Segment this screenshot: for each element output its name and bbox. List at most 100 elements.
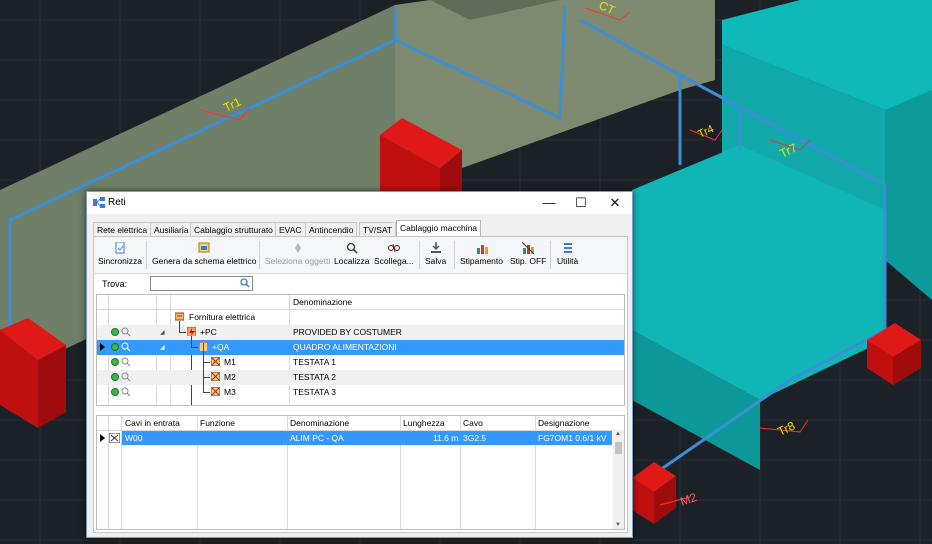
menu-icon	[563, 243, 572, 253]
cables-header: Cavi in entrata Funzione Denominazione L…	[97, 416, 624, 431]
minimize-button[interactable]: —	[532, 192, 566, 214]
tree-row[interactable]: M2 TESTATA 2	[97, 362, 624, 385]
sync-icon	[115, 242, 125, 254]
lightning-icon	[187, 327, 196, 336]
network-tree[interactable]: Denominazione Fornitura elettrica ◢ +PC …	[96, 294, 625, 406]
row-pointer-icon	[100, 343, 105, 351]
device-label-m2: M2	[678, 490, 699, 509]
cable-icon	[109, 433, 120, 443]
status-dot-icon	[111, 373, 119, 381]
generate-button[interactable]: Genera da schema elettrico	[152, 242, 256, 266]
teal-wall-side	[885, 90, 932, 300]
panel-icon	[199, 342, 208, 351]
tree-connector	[191, 347, 198, 348]
locate-icon[interactable]	[121, 327, 131, 337]
status-dot-icon	[111, 358, 119, 366]
tray-label-tr8: Tr8	[775, 418, 797, 438]
toolbar-separator	[550, 241, 551, 269]
col-funzione[interactable]: Funzione	[200, 418, 235, 428]
schema-icon	[198, 242, 210, 253]
tab-cablaggio-macchina[interactable]: Cablaggio macchina	[396, 220, 482, 237]
tab-ausiliaria[interactable]: Ausiliaria	[150, 222, 193, 237]
search-icon[interactable]	[240, 278, 250, 288]
col-cavi[interactable]: Cavi in entrata	[125, 418, 180, 428]
tab-panel: Sincronizza Genera da schema elettrico S…	[93, 236, 628, 533]
supply-icon	[175, 312, 184, 321]
tree-connector	[203, 362, 210, 363]
select-icon	[294, 243, 301, 253]
locate-button[interactable]: Localizza	[334, 242, 369, 266]
status-dot-icon	[111, 343, 119, 351]
toolbar-separator	[419, 241, 420, 269]
search-label: Trova:	[102, 279, 128, 289]
vertical-scrollbar[interactable]: ▲ ▼	[613, 430, 624, 529]
stipamento-button[interactable]: Stipamento	[460, 242, 503, 266]
tree-connector	[179, 332, 186, 333]
maximize-button[interactable]: ☐	[564, 192, 598, 214]
network-icon	[93, 197, 105, 208]
reti-dialog: Reti — ☐ ✕ Rete elettrica Ausiliaria Cab…	[86, 191, 633, 538]
tray-label-tr4: Tr4	[696, 123, 716, 141]
expand-arrow-icon[interactable]: ◢	[160, 344, 165, 351]
tree-connector	[203, 351, 204, 362]
select-objects-button[interactable]: Seleziona oggetti	[265, 242, 330, 266]
close-button[interactable]: ✕	[598, 192, 632, 214]
tree-row[interactable]: ◢ +PC PROVIDED BY COSTUMER	[97, 321, 624, 340]
status-dot-icon	[111, 328, 119, 336]
tree-connector	[191, 336, 192, 347]
disconnect-button[interactable]: Scollega...	[374, 242, 414, 266]
scrollbar-thumb[interactable]	[615, 442, 622, 454]
tree-connector	[203, 392, 210, 393]
tree-row-selected[interactable]: ◢ +QA QUADRO ALIMENTAZIONI	[97, 336, 624, 355]
motor-icon	[211, 387, 220, 396]
disconnect-icon	[387, 243, 400, 253]
search-input[interactable]	[150, 276, 253, 291]
utility-button[interactable]: Utilità	[557, 242, 578, 266]
tab-evac[interactable]: EVAC	[275, 222, 306, 237]
tree-connector	[179, 321, 180, 332]
motor-icon	[211, 372, 220, 381]
dialog-title: Reti	[108, 197, 126, 208]
stipamento-icon	[476, 245, 488, 254]
stip-off-button[interactable]: Stip. OFF	[510, 242, 546, 266]
tree-row-root[interactable]: Fornitura elettrica	[97, 310, 624, 325]
toolbar-separator	[146, 241, 147, 269]
tree-row[interactable]: M1 TESTATA 1	[97, 351, 624, 370]
col-denominazione[interactable]: Denominazione	[290, 418, 349, 428]
col-cavo[interactable]: Cavo	[463, 418, 483, 428]
tree-column-denominazione[interactable]: Denominazione	[293, 297, 352, 307]
tree-connector	[203, 362, 204, 377]
tab-rete-elettrica[interactable]: Rete elettrica	[93, 222, 152, 237]
tab-cablaggio-strutturato[interactable]: Cablaggio strutturato	[190, 222, 277, 237]
locate-icon[interactable]	[121, 372, 131, 382]
tree-connector	[203, 377, 204, 392]
download-save-icon	[430, 242, 441, 253]
tab-tv-sat[interactable]: TV/SAT	[359, 222, 397, 237]
scroll-up-icon[interactable]: ▲	[615, 431, 621, 437]
save-button[interactable]: Salva	[425, 242, 446, 266]
tree-connector	[203, 377, 210, 378]
toolbar: Sincronizza Genera da schema elettrico S…	[94, 237, 627, 274]
stip-off-icon	[522, 242, 535, 254]
status-dot-icon	[111, 388, 119, 396]
motor-icon	[211, 357, 220, 366]
tree-row[interactable]: M3 TESTATA 3	[97, 377, 624, 400]
locate-icon[interactable]	[121, 357, 131, 367]
col-designazione[interactable]: Designazione	[538, 418, 590, 428]
row-pointer-icon	[100, 434, 105, 442]
sync-button[interactable]: Sincronizza	[98, 242, 142, 266]
toolbar-separator	[454, 241, 455, 269]
locate-icon[interactable]	[121, 387, 131, 397]
locate-icon[interactable]	[121, 342, 131, 352]
dialog-titlebar[interactable]: Reti — ☐ ✕	[87, 192, 632, 214]
incoming-cables-grid[interactable]: Cavi in entrata Funzione Denominazione L…	[96, 415, 625, 530]
toolbar-separator	[259, 241, 260, 269]
tree-header: Denominazione	[97, 295, 624, 310]
col-lunghezza[interactable]: Lunghezza	[403, 418, 445, 428]
scroll-down-icon[interactable]: ▼	[615, 522, 621, 528]
cable-row[interactable]: W00 ALIM PC - QA 11.6 m 3G2.5 FG7OM1 0.6…	[97, 431, 624, 445]
red-box-bottom	[632, 462, 676, 524]
tab-antincendio[interactable]: Antincendio	[305, 222, 358, 237]
magnifier-icon	[346, 242, 358, 254]
expand-arrow-icon[interactable]: ◢	[160, 329, 165, 336]
